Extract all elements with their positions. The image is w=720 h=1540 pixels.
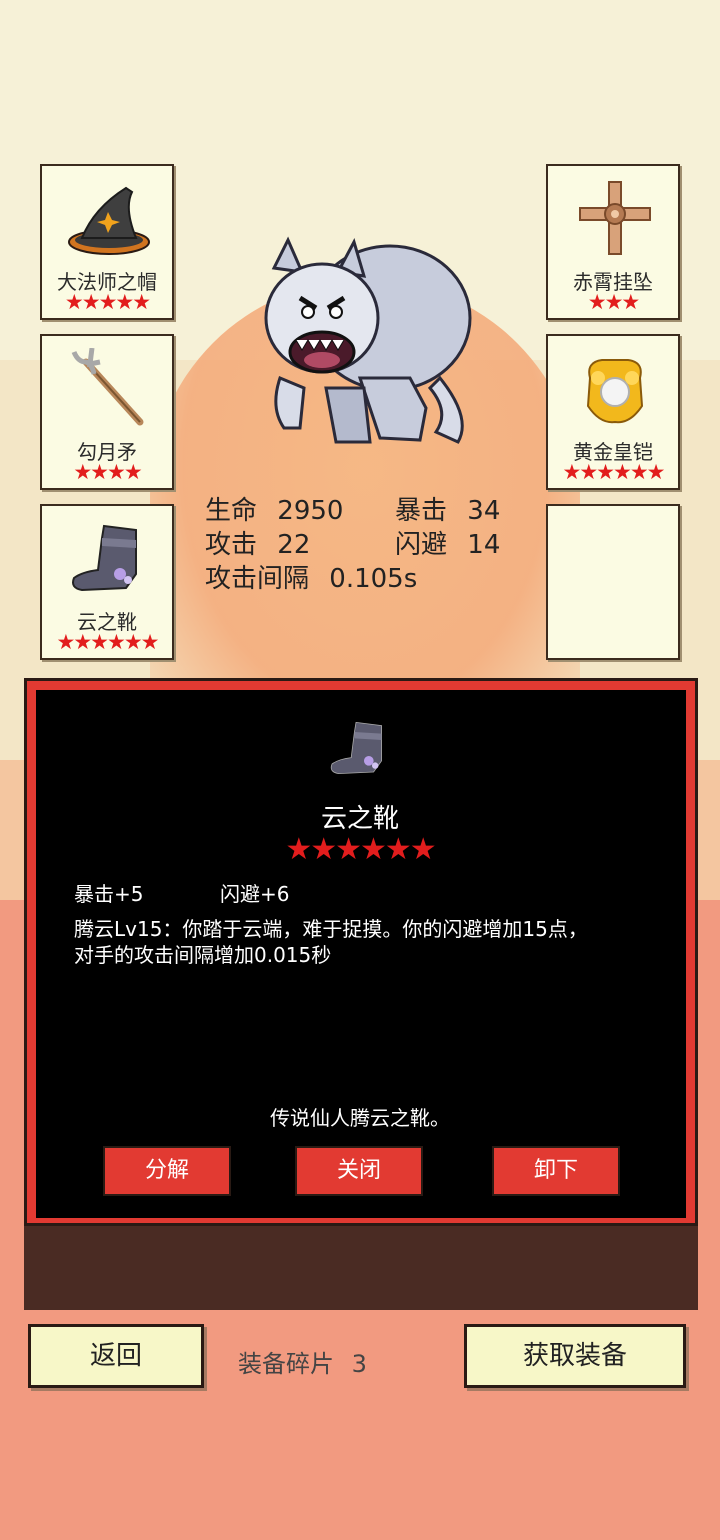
slot-stars: ★★★★★★ — [56, 630, 160, 654]
hp-label: 生命 — [205, 496, 258, 526]
equip-slot-spear[interactable]: 勾月矛 ★★★★ — [40, 334, 174, 490]
desc-line: 腾云Lv15：你踏于云端，难于捉摸。你的闪避增加15点， — [74, 917, 588, 941]
boot-icon — [72, 524, 137, 592]
crit-value: 34 — [467, 496, 501, 526]
dodge-label: 闪避 — [395, 530, 448, 560]
equip-slot-pendant[interactable]: 赤霄挂坠 ★★★ — [546, 164, 680, 320]
dodge-value: 14 — [467, 530, 501, 560]
item-stars: ★★★★★★ — [285, 832, 436, 867]
spear-icon — [71, 348, 144, 426]
equip-slot-hat[interactable]: 大法师之帽 ★★★★★ — [40, 164, 174, 320]
boot-icon — [330, 721, 382, 775]
werewolf-monster-sprite — [264, 236, 472, 444]
close-button[interactable]: 关闭 — [295, 1146, 423, 1196]
item-name: 云之靴 — [320, 804, 399, 834]
item-lore: 传说仙人腾云之靴。 — [270, 1106, 450, 1130]
atk-label: 攻击 — [205, 530, 258, 560]
back-button[interactable]: 返回 — [28, 1324, 204, 1388]
interval-value: 0.105s — [329, 564, 418, 594]
fragments-count: 3 — [351, 1350, 367, 1378]
slot-stars: ★★★ — [587, 290, 640, 314]
equip-slot-empty[interactable] — [546, 504, 680, 660]
atk-value: 22 — [277, 530, 311, 560]
crit-label: 暴击 — [395, 496, 448, 526]
fragments-label: 装备碎片 — [238, 1350, 334, 1378]
get-equipment-button[interactable]: 获取装备 — [464, 1324, 686, 1388]
item-attr-dodge: 闪避+6 — [220, 882, 290, 906]
slot-stars: ★★★★★★ — [562, 460, 666, 484]
item-attr-crit: 暴击+5 — [74, 882, 144, 906]
wizard-hat-icon — [68, 186, 150, 255]
decompose-button[interactable]: 分解 — [103, 1146, 231, 1196]
panel-bottom-bar — [24, 1226, 698, 1310]
equip-slot-armor[interactable]: 黄金皇铠 ★★★★★★ — [546, 334, 680, 490]
slot-stars: ★★★★★ — [64, 290, 151, 314]
equip-slot-boots[interactable]: 云之靴 ★★★★★★ — [40, 504, 174, 660]
hp-value: 2950 — [277, 496, 344, 526]
golden-armor-icon — [586, 359, 644, 424]
slot-stars: ★★★★ — [73, 460, 142, 484]
desc-line: 对手的攻击间隔增加0.015秒 — [74, 943, 332, 967]
interval-label: 攻击间隔 — [205, 564, 310, 594]
cross-pendant-icon — [579, 181, 651, 255]
item-skill-description: 腾云Lv15：你踏于云端，难于捉摸。你的闪避增加15点， 对手的攻击间隔增加0.… — [74, 916, 654, 968]
equipment-fragments: 装备碎片 3 — [238, 1344, 367, 1379]
unequip-button[interactable]: 卸下 — [492, 1146, 620, 1196]
